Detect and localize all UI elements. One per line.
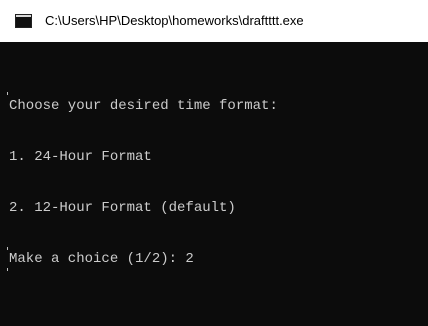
window-titlebar[interactable]: C:\Users\HP\Desktop\homeworks\draftttt.e… bbox=[0, 0, 428, 42]
console-window[interactable]: C:\Users\HP\Desktop\homeworks\draftttt.e… bbox=[0, 0, 428, 326]
console-line-option-24-hour: 1. 24-Hour Format bbox=[9, 149, 152, 165]
console-output[interactable]: Choose your desired time format: 1. 24-H… bbox=[9, 64, 419, 314]
left-edge-tick bbox=[7, 268, 8, 271]
left-edge-tick bbox=[7, 92, 8, 95]
console-line-prompt: Choose your desired time format: bbox=[9, 98, 278, 114]
console-window-icon bbox=[15, 14, 32, 28]
console-line-option-12-hour: 2. 12-Hour Format (default) bbox=[9, 200, 236, 216]
window-title: C:\Users\HP\Desktop\homeworks\draftttt.e… bbox=[45, 13, 304, 28]
console-line-choice: Make a choice (1/2): 2 bbox=[9, 251, 194, 267]
left-edge-tick bbox=[7, 247, 8, 250]
